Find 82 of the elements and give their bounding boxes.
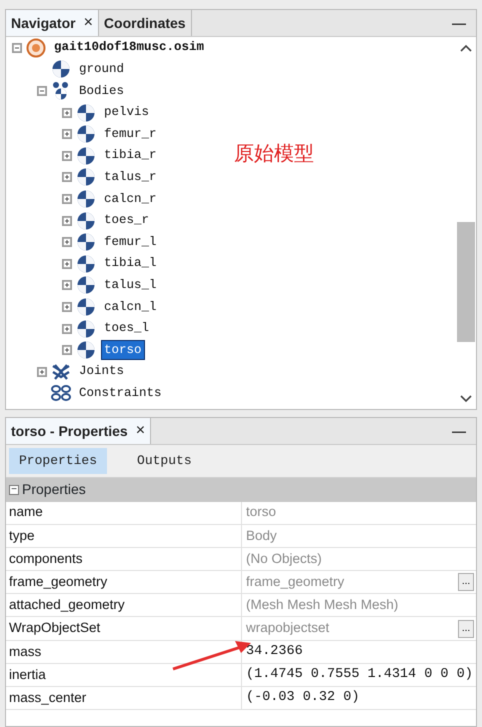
expand-icon[interactable] <box>62 172 72 182</box>
property-value: frame_geometry <box>246 573 344 592</box>
minimize-button[interactable]: — <box>442 10 476 36</box>
tree-item[interactable]: Constraints <box>77 384 164 403</box>
property-name: inertia <box>6 664 242 686</box>
tree-item[interactable]: pelvis <box>102 103 152 122</box>
sphere-icon <box>51 59 71 80</box>
property-name: WrapObjectSet <box>6 617 242 640</box>
property-value: (Mesh Mesh Mesh Mesh) <box>246 596 398 614</box>
sphere-icon <box>76 318 96 339</box>
tree-item[interactable]: calcn_r <box>102 190 159 208</box>
collapse-icon[interactable] <box>12 42 22 53</box>
spheres-icon <box>51 80 71 101</box>
sphere-icon <box>76 124 96 144</box>
tree-item[interactable]: Joints <box>77 362 126 382</box>
expand-icon[interactable] <box>62 237 72 248</box>
property-name: components <box>6 548 242 570</box>
sphere-icon <box>76 210 96 231</box>
property-name: mass_center <box>6 687 242 710</box>
expand-icon[interactable] <box>62 216 72 226</box>
panel-tab[interactable]: torso - Properties × <box>6 418 152 444</box>
collapse-toggle[interactable]: − <box>9 484 19 494</box>
scroll-down-icon[interactable] <box>460 395 472 403</box>
annotation-text: 原始模型 <box>234 140 314 167</box>
tree-item[interactable]: talus_r <box>102 168 159 187</box>
browse-button[interactable]: ... <box>458 573 474 592</box>
sphere-icon <box>76 340 96 360</box>
sphere-icon <box>76 102 96 123</box>
scrollbar-thumb[interactable] <box>457 222 475 342</box>
expand-icon[interactable] <box>37 366 47 377</box>
expand-icon[interactable] <box>62 194 72 204</box>
tree-item[interactable]: talus_l <box>102 276 159 295</box>
sphere-icon <box>76 167 96 188</box>
tree-item[interactable]: gait10dof18musc.osim <box>52 38 206 58</box>
expand-icon[interactable] <box>62 258 72 269</box>
sphere-icon <box>76 188 96 209</box>
sphere-icon <box>76 296 96 317</box>
panel-tab[interactable]: Navigator × <box>6 10 99 36</box>
tree-item[interactable]: femur_r <box>102 124 159 144</box>
tree-item[interactable]: femur_l <box>102 232 159 252</box>
joints-icon <box>51 362 71 382</box>
collapse-icon[interactable] <box>37 86 47 96</box>
sphere-icon <box>76 146 96 166</box>
close-icon[interactable]: × <box>84 15 93 31</box>
tree-item[interactable]: tibia_l <box>102 254 159 274</box>
expand-icon[interactable] <box>62 324 72 334</box>
tree-item[interactable]: torso <box>102 340 144 360</box>
tree-item[interactable]: tibia_r <box>102 146 159 166</box>
scroll-up-icon[interactable] <box>460 44 472 52</box>
property-value[interactable]: (1.4745 0.7555 1.4314 0 0 0) <box>246 664 473 686</box>
expand-icon[interactable] <box>62 345 72 356</box>
model-icon <box>26 38 46 58</box>
close-icon[interactable]: × <box>136 423 146 439</box>
property-name: type <box>6 524 242 547</box>
property-name: attached_geometry <box>6 594 242 616</box>
subtab[interactable]: Properties <box>9 448 108 474</box>
expand-icon[interactable] <box>62 280 72 290</box>
tree-item[interactable]: Bodies <box>77 82 126 100</box>
property-value[interactable]: (-0.03 0.32 0) <box>246 688 360 708</box>
minimize-button[interactable]: — <box>442 418 476 444</box>
expand-icon[interactable] <box>62 108 72 118</box>
tree-item[interactable]: toes_r <box>102 211 152 230</box>
sphere-icon <box>76 275 96 296</box>
expand-icon[interactable] <box>62 150 72 161</box>
property-value: torso <box>246 503 276 522</box>
sphere-icon <box>76 254 96 274</box>
tree-item[interactable]: calcn_l <box>102 298 159 316</box>
property-value: wrapobjectset <box>246 619 330 638</box>
expand-icon[interactable] <box>62 129 72 140</box>
expand-icon[interactable] <box>62 302 72 312</box>
browse-button[interactable]: ... <box>458 620 474 638</box>
tree-item[interactable]: ground <box>77 60 126 79</box>
property-value[interactable]: 34.2366 <box>246 642 303 662</box>
property-name: frame_geometry <box>6 571 242 594</box>
property-value: (No Objects) <box>246 550 322 568</box>
sphere-icon <box>76 232 96 252</box>
subtab[interactable]: Outputs <box>127 448 202 474</box>
tree-item[interactable]: toes_l <box>102 319 152 338</box>
group-heading: Properties <box>22 480 86 499</box>
property-value: Body <box>246 526 277 545</box>
property-name: name <box>6 502 242 524</box>
links-icon <box>51 383 71 404</box>
